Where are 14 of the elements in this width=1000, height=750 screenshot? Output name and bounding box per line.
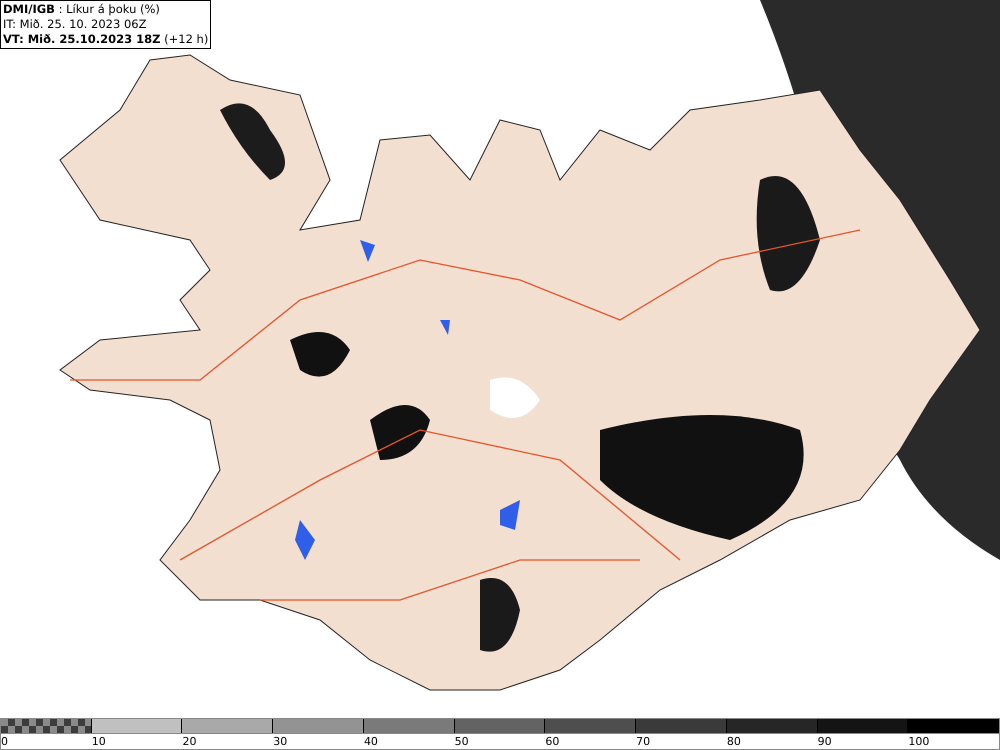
info-line: IT: Mið. 25. 10. 2023 06Z xyxy=(3,17,148,32)
legend-label: 0 xyxy=(1,734,8,749)
legend-label: 90 xyxy=(818,734,832,749)
info-line: DMI/IGB : Líkur á þoku (%) xyxy=(3,2,161,17)
legend-label: 40 xyxy=(364,734,378,749)
legend-label: 50 xyxy=(454,734,469,749)
legend-label: 10 xyxy=(92,734,106,749)
legend-label: 70 xyxy=(636,734,650,749)
legend-label: 80 xyxy=(726,734,741,749)
legend-label: 100 xyxy=(908,734,930,749)
legend-label: 20 xyxy=(182,734,196,749)
info-line: VT: Mið. 25.10.2023 18Z (+12 h) xyxy=(3,32,208,47)
legend-label: 30 xyxy=(273,734,288,749)
legend-label: 60 xyxy=(545,734,560,749)
